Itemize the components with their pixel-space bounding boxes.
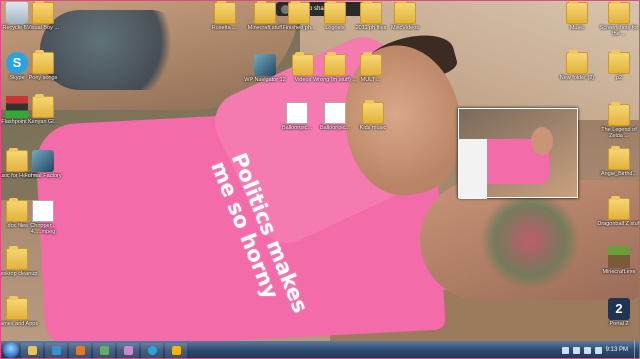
taskbar-media-button[interactable] [69,342,91,358]
desktop-icon-portal2[interactable]: 2 Portal 2 [596,298,640,327]
desktop-icon-label: MiscVideos [390,25,420,31]
desktop-icon-label: Angie_Birthd... [600,171,638,177]
desktop-icon-folder-new[interactable]: New folder (2) [554,50,600,81]
folder-icon [566,50,588,74]
desktop-icon-chopper-file[interactable]: Chopper... 4.....mpeg [20,200,66,235]
desktop-icon-label: Visual Boy ... [27,25,59,31]
desktop-icon-label: Format Factory [24,173,62,179]
volume-icon[interactable] [594,346,602,354]
doc-icon [286,102,308,124]
folder-icon [608,50,630,74]
desktop-icon-folder-desktop-cleanup[interactable]: Desktop cleanup [0,246,40,277]
network-icon[interactable] [583,346,591,354]
folder-icon [32,50,54,74]
doc-icon [32,200,54,222]
desktop-icon-label: Music [569,25,585,31]
mc-icon [608,246,630,268]
desktop-icon-folder-multi[interactable]: MULTI... [348,52,394,83]
desktop-icon-format-factory[interactable]: Format Factory [20,150,66,179]
desktop-icon-flag-app[interactable]: Flashpoint ... [0,96,40,125]
browser-icon [51,345,61,355]
folder-icon [6,296,28,320]
thumbnail-panel [459,139,487,199]
folder-icon [27,345,37,355]
taskbar-explorer-button[interactable] [21,342,43,358]
clock[interactable]: 9:13 PM [606,347,628,353]
folder-icon [608,196,630,220]
taskbar-paint-button[interactable] [117,342,139,358]
desktop-icon-folder-screenshots[interactable]: Screenshots for the ... [596,0,640,37]
desktop-icon-folder-music[interactable]: Music [554,0,600,31]
taskbar-app-button[interactable] [93,342,115,358]
taskbar: 9:13 PM [0,341,640,359]
desktop-icon-label: Flashpoint ... [1,119,33,125]
wallpaper-tattoo-right [480,190,580,290]
folder-icon [608,102,630,126]
skype-icon [147,345,157,355]
start-button[interactable] [3,342,19,358]
folder-icon [394,0,416,24]
desktop-icon-label: Desktop cleanup [0,271,38,277]
folder-icon [324,0,346,24]
desktop-icon-folder-p2[interactable]: p2 [596,50,640,81]
folder-icon [360,0,382,24]
tray-icon[interactable] [572,346,580,354]
desktop-icon-folder-legend[interactable]: The Legend of Zelda ... [596,102,640,139]
app-icon [254,54,276,76]
desktop-icon-folder-games-apps[interactable]: Games and Apps [0,296,40,327]
desktop-icon-label: Games and Apps [0,321,39,327]
show-desktop-button[interactable] [634,341,640,359]
desktop-icon-folder-angie[interactable]: Angie_Birthd... [596,146,640,177]
taskbar-media-player-button[interactable] [165,342,187,358]
desktop-icon-label: Chopper... 4.....mpeg [30,223,56,235]
folder-icon [292,52,314,76]
folder-icon [360,52,382,76]
desktop-icon-label: Minecraft.exe [602,269,636,275]
folder-icon [32,0,54,24]
app-icon [99,345,109,355]
desktop-icon-folder-kids-music[interactable]: Kids music [350,100,396,131]
desktop-icon-folder-dragonball[interactable]: Dragonball Z stuff [596,196,640,227]
tray-icon[interactable] [561,346,569,354]
thumbnail-head [531,127,553,155]
desktop-icon-label: New folder (2) [559,75,595,81]
desktop-icon-label: Dragonball Z stuff [597,221,640,227]
desktop-icon-label: MULTI... [360,77,382,83]
folder-icon [608,146,630,170]
desktop-icon-label: The Legend of Zelda ... [601,127,637,139]
desktop-icon-label: Pony songs [28,75,58,81]
media-icon [75,345,85,355]
flag-icon [6,96,28,118]
folder-icon [254,0,276,24]
desktop-icon-folder-miscvideos[interactable]: MiscVideos [382,0,428,31]
folder-icon [288,0,310,24]
media-player-icon [171,345,181,355]
folder-icon [324,52,346,76]
desktop-icon-label: Portal 2 [609,321,629,327]
taskbar-browser-button[interactable] [45,342,67,358]
folder-icon [6,246,28,270]
portal-icon: 2 [608,298,630,320]
desktop-icon-label: Screenshots for the ... [599,25,639,37]
folder-icon [214,0,236,24]
app-icon [32,150,54,172]
desktop-icon-label: Kids music [359,125,387,131]
doc-icon [324,102,346,124]
folder-icon [608,0,630,24]
window-preview-thumbnail[interactable] [458,108,578,199]
folder-icon [362,100,384,124]
folder-icon [566,0,588,24]
desktop-icon-label: p2 [615,75,623,81]
desktop-icon-folder-1[interactable]: Visual Boy ... [20,0,66,31]
system-tray: 9:13 PM [561,341,640,359]
desktop-icon-minecraft[interactable]: Minecraft.exe [596,246,640,275]
desktop-icon-folder-pony-songs[interactable]: Pony songs [20,50,66,81]
paint-icon [123,345,133,355]
taskbar-skype-button[interactable] [141,342,163,358]
